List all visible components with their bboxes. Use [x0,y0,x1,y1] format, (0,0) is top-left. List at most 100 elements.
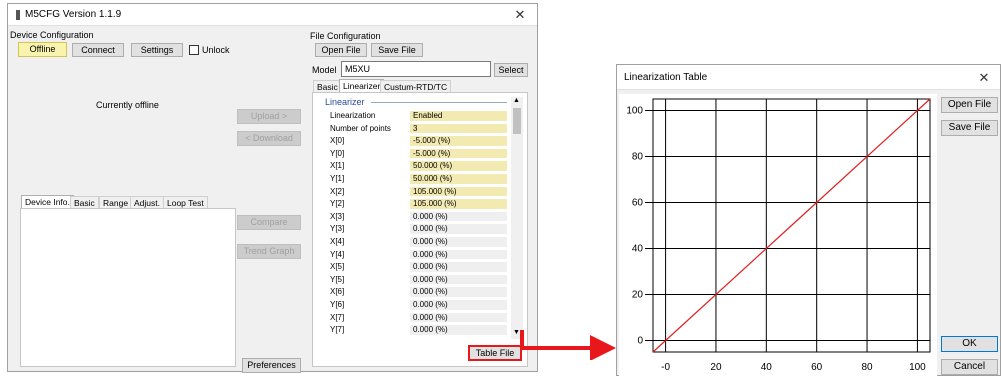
dialog-title: Linearization Table [624,72,708,83]
row-value[interactable]: -5.000 (%) [410,148,507,160]
linearizer-row: X[2] 105.000 (%) [313,186,509,198]
x-tick-label: 60 [811,362,823,373]
main-titlebar: M5CFG Version 1.1.9 ✕ [8,4,537,26]
row-label: Y[7] [330,325,345,335]
save-file-button[interactable]: Save File [371,43,423,57]
row-label: Y[5] [330,274,345,284]
main-window-title: M5CFG Version 1.1.9 [25,9,122,20]
linearization-chart: -0 20 40 60 80 100 0 20 40 60 80 100 [619,94,937,376]
scroll-down-icon[interactable]: ▼ [513,329,520,336]
row-value[interactable]: 50.000 (%) [410,161,507,172]
linearizer-row: Y[6] 0.000 (%) [313,300,509,311]
open-file-button[interactable]: Open File [315,43,367,57]
row-label: Y[0] [330,148,345,158]
y-tick-label: 100 [626,106,643,117]
row-value[interactable]: 0.000 (%) [410,312,507,324]
row-label: X[7] [330,312,345,322]
row-label: Linearization [330,111,376,120]
compare-button[interactable]: Compare [237,215,301,230]
linearizer-row: Y[7] 0.000 (%) [313,325,509,336]
y-tick-label: 20 [632,290,644,301]
x-tick-label: 20 [710,362,722,373]
upload-button[interactable]: Upload > [237,109,301,124]
linearizer-row: Y[4] 0.000 (%) [313,249,509,261]
linearizer-row: Linearization Enabled [313,111,509,122]
trend-graph-button[interactable]: Trend Graph [237,244,301,259]
offline-button[interactable]: Offline [18,42,67,57]
row-label: X[1] [330,161,345,171]
model-label: Model [312,65,337,75]
row-value[interactable]: Enabled [410,111,507,122]
scroll-thumb[interactable] [513,108,521,134]
row-value[interactable]: 50.000 (%) [410,174,507,185]
row-label: X[6] [330,287,345,297]
y-tick-label: 80 [632,152,644,163]
linearizer-rows: Linearization Enabled Number of points 3 X[0… [313,111,511,339]
file-configuration-label: File Configuration [310,31,381,41]
app-window-icon [16,10,20,20]
row-label: Y[2] [330,199,345,209]
linearizer-row: X[0] -5.000 (%) [313,136,509,147]
linearizer-row: X[3] 0.000 (%) [313,211,509,223]
close-icon[interactable]: ✕ [969,68,999,88]
dialog-save-file-button[interactable]: Save File [941,120,998,136]
tab-device-info[interactable]: Device Info. [21,195,74,208]
download-button[interactable]: < Download [237,131,301,146]
linearization-dialog: Linearization Table ✕ -0 20 40 60 80 100 0 20 40… [616,64,1001,376]
x-tick-label: 80 [861,362,873,373]
settings-button[interactable]: Settings [131,43,183,57]
scroll-up-icon[interactable]: ▲ [513,97,520,104]
row-label: X[5] [330,262,345,272]
row-label: Y[6] [330,300,345,309]
linearizer-panel: Linearizer Linearization Enabled Number of… [312,92,528,367]
linearizer-row: Y[3] 0.000 (%) [313,224,509,235]
unlock-checkbox[interactable] [189,45,199,55]
row-value[interactable]: 0.000 (%) [410,287,507,298]
right-arrow-icon [520,330,616,360]
row-label: X[2] [330,186,345,196]
unlock-label: Unlock [202,45,230,55]
model-field[interactable]: M5XU [341,61,491,77]
linearizer-scrollbar[interactable]: ▲ ▼ [511,97,523,339]
y-tick-label: 60 [632,198,644,209]
row-value[interactable]: 0.000 (%) [410,274,507,286]
row-value[interactable]: 0.000 (%) [410,300,507,311]
preferences-button[interactable]: Preferences [242,358,301,373]
select-button[interactable]: Select [494,63,528,77]
linearizer-row: Number of points 3 [313,123,509,135]
row-value[interactable]: 0.000 (%) [410,262,507,273]
row-label: X[0] [330,136,345,146]
linearizer-row: X[1] 50.000 (%) [313,161,509,172]
x-tick-label: 100 [909,362,926,373]
row-value[interactable]: 105.000 (%) [410,186,507,198]
dialog-titlebar: Linearization Table ✕ [617,65,1000,90]
row-label: Y[3] [330,224,345,234]
row-value[interactable]: 0.000 (%) [410,237,507,248]
row-value[interactable]: 0.000 (%) [410,211,507,223]
connect-button[interactable]: Connect [72,43,124,57]
row-value[interactable]: 0.000 (%) [410,325,507,336]
linearizer-section-divider [371,102,507,103]
ok-button[interactable]: OK [941,336,998,352]
linearizer-row: X[5] 0.000 (%) [313,262,509,273]
device-configuration-label: Device Configuration [10,30,94,40]
row-value[interactable]: 105.000 (%) [410,199,507,210]
tab-file-linearizer[interactable]: Linearizer [339,79,385,92]
close-icon[interactable]: ✕ [505,5,535,25]
row-label: Number of points [330,123,391,133]
dialog-open-file-button[interactable]: Open File [941,97,998,113]
row-value[interactable]: 0.000 (%) [410,249,507,261]
linearizer-row: X[7] 0.000 (%) [313,312,509,324]
table-file-button[interactable]: Table File [468,345,522,361]
arrow-head [590,335,616,360]
y-tick-label: 40 [632,244,644,255]
cancel-button[interactable]: Cancel [941,359,998,375]
row-value[interactable]: 3 [410,123,507,135]
row-value[interactable]: 0.000 (%) [410,224,507,235]
row-value[interactable]: -5.000 (%) [410,136,507,147]
row-label: X[3] [330,211,345,221]
row-label: X[4] [330,237,345,246]
linearizer-row: Y[1] 50.000 (%) [313,174,509,185]
linearizer-row: Y[0] -5.000 (%) [313,148,509,160]
linearizer-row: X[6] 0.000 (%) [313,287,509,298]
